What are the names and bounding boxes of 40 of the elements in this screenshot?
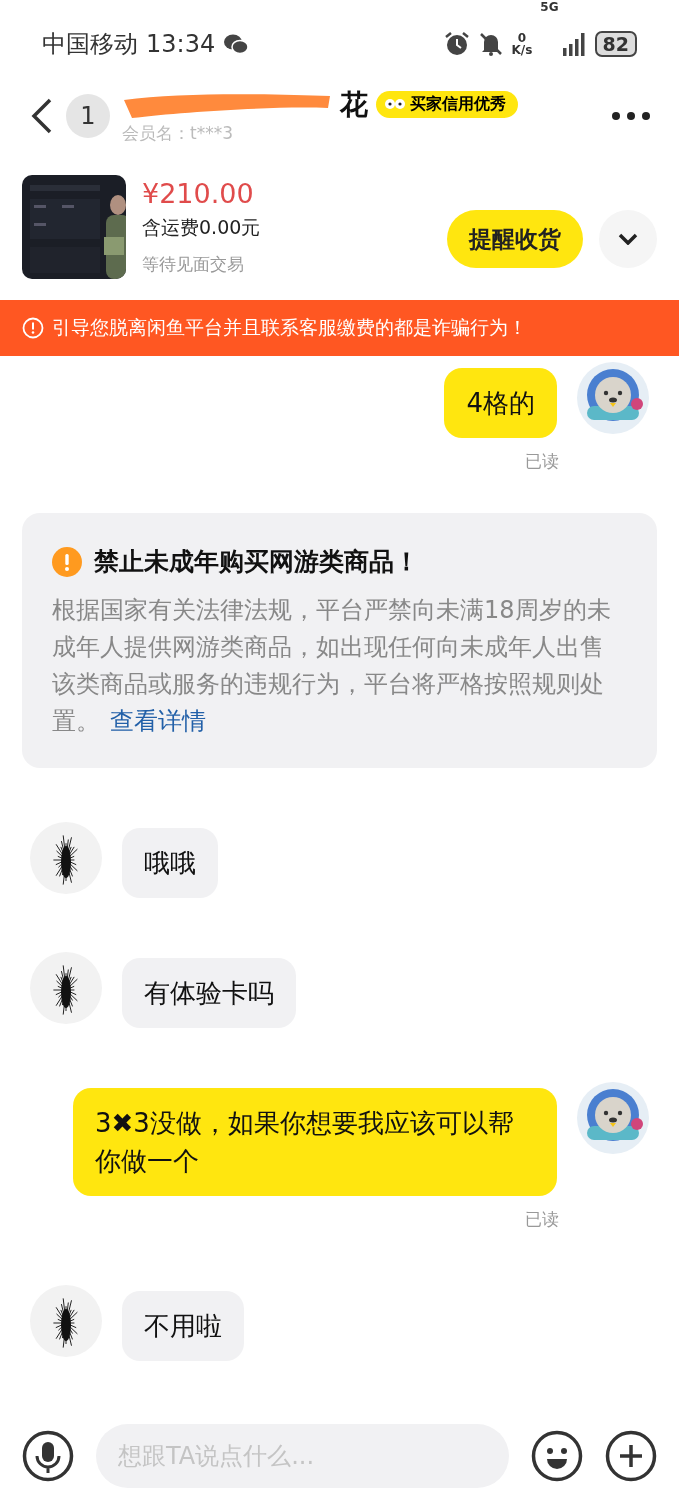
speed-value: 0 — [516, 32, 528, 44]
network-type: 5G — [540, 0, 559, 14]
chevron-down-icon — [618, 233, 638, 245]
avatar-icon[interactable] — [30, 822, 102, 894]
unread-count: 1 — [66, 94, 110, 138]
remind-button[interactable]: 提醒收货 — [447, 210, 583, 268]
avatar-icon[interactable] — [30, 952, 102, 1024]
message-bubble: 不用啦 — [122, 1291, 244, 1361]
message-bubble: 3✖3没做，如果你想要我应该可以帮你做一个 — [73, 1088, 557, 1196]
signal-icon — [560, 32, 587, 56]
chat-app-icon — [223, 33, 250, 55]
emoji-icon[interactable] — [531, 1430, 583, 1482]
muted-bell-icon — [477, 31, 504, 57]
plus-icon[interactable] — [605, 1430, 657, 1482]
order-status: 等待见面交易 — [142, 253, 245, 276]
warning-icon — [52, 546, 82, 577]
battery-level: 82 — [594, 31, 637, 57]
microphone-icon[interactable] — [22, 1430, 74, 1482]
details-link[interactable]: 查看详情 — [110, 707, 206, 735]
more-icon[interactable] — [611, 111, 651, 121]
speed-unit: K/s — [511, 44, 533, 56]
back-icon[interactable] — [30, 97, 54, 135]
warning-text: 引导您脱离闲鱼平台并且联系客服缴费的都是诈骗行为！ — [52, 315, 527, 340]
read-receipt: 已读 — [524, 1208, 560, 1231]
message-bubble: 有体验卡吗 — [122, 958, 296, 1028]
badge-label: 买家信用优秀 — [410, 94, 506, 115]
carrier-name: 中国移动 — [42, 29, 138, 60]
price: ¥210.00 — [142, 178, 255, 209]
avatar-icon[interactable] — [30, 1285, 102, 1357]
shipping-fee: 含运费0.00元 — [142, 215, 262, 240]
clock: 13:34 — [146, 30, 216, 58]
message-bubble: 4格的 — [444, 368, 557, 438]
notice-text: 根据国家有关法律法规，平台严禁向未满18周岁的未成年人提供网游类商品，如出现任何向未成年人出售该类商品或服务的违规行为，平台将严格按照规则处置。 查看详情 — [52, 595, 612, 737]
notice-title: 禁止未成年购买网游类商品！ — [94, 546, 419, 578]
read-receipt: 已读 — [524, 450, 560, 473]
alert-icon — [22, 317, 44, 339]
chat-title: 花 — [340, 86, 368, 123]
message-bubble: 哦哦 — [122, 828, 218, 898]
alarm-icon — [443, 31, 470, 57]
member-name: 会员名：t***3 — [122, 121, 234, 145]
